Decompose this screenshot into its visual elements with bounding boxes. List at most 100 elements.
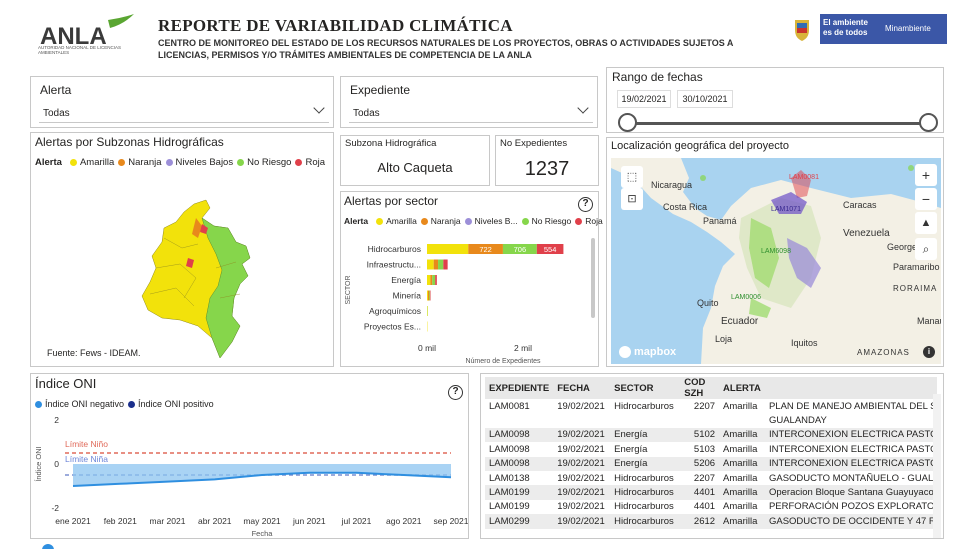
expediente-dropdown[interactable]: Todas xyxy=(349,101,593,123)
table-header-cell[interactable]: FECHA xyxy=(553,377,611,399)
help-icon[interactable]: ? xyxy=(448,385,463,400)
x-tick-label: may 2021 xyxy=(243,516,281,526)
table-cell: Amarilla xyxy=(723,400,758,412)
table-cell xyxy=(485,413,553,427)
table-cell: GASODUCTO MONTAÑUELO - GUALAN xyxy=(768,472,937,484)
government-banner: El ambiente es de todos Minambiente xyxy=(787,14,947,44)
table-cell: LAM0299 xyxy=(485,514,554,529)
table-row[interactable]: LAM0199 19/02/2021 Hidrocarburos 4401 Amaril… xyxy=(485,485,937,500)
select-tool-icon[interactable]: ⬚ xyxy=(621,166,643,188)
table-row[interactable]: LAM0098 19/02/2021 Energía 5103 Amarilla INTE… xyxy=(485,442,937,456)
table-cell: 2207 xyxy=(693,472,716,484)
gov-ministry: Minambiente xyxy=(885,24,931,33)
subzonas-legend-title: Alerta xyxy=(35,157,62,168)
chart-scrollbar xyxy=(591,238,595,318)
sector-data-label: 706 xyxy=(514,245,527,254)
legend-dot xyxy=(165,159,173,166)
table-row[interactable]: LAM0081 19/02/2021 Hidrocarburos 2207 Amaril… xyxy=(485,399,937,413)
alerta-dropdown[interactable]: Todas xyxy=(39,101,329,123)
legend-dot xyxy=(575,217,583,225)
table-cell: 5102 xyxy=(680,427,720,443)
help-icon[interactable]: ? xyxy=(578,197,593,212)
sector-data-label: 722 xyxy=(479,245,492,254)
info-icon[interactable]: i xyxy=(923,346,935,358)
geo-map-panel: Localización geográfica del proyecto Nic… xyxy=(606,137,944,367)
legend-item: No Riesgo xyxy=(531,216,572,226)
map-label: Venezuela xyxy=(843,228,890,239)
table-row[interactable]: LAM0199 19/02/2021 Hidrocarburos 4401 Amaril… xyxy=(485,500,937,514)
table-row[interactable]: GUALANDAY xyxy=(485,413,937,427)
legend-item: No Riesgo xyxy=(247,157,292,168)
compass-icon[interactable]: ▲ xyxy=(915,212,937,234)
table-scrollbar[interactable] xyxy=(933,394,941,538)
table-header-cell[interactable]: ALERTA xyxy=(719,377,765,399)
sector-category-label: Minería xyxy=(393,291,422,301)
table-cell: LAM0081 xyxy=(489,400,530,412)
sector-bar-segment xyxy=(427,259,434,270)
search-location-icon[interactable]: ⌕ xyxy=(915,238,937,260)
legend-item: Roja xyxy=(305,157,325,168)
table-cell xyxy=(719,413,765,427)
sector-category-label: Proyectos Es... xyxy=(364,322,421,332)
legend-item: Índice ONI positivo xyxy=(138,399,214,409)
table-header-cell[interactable] xyxy=(764,377,937,399)
table-cell: 2612 xyxy=(680,514,720,529)
table-header-cell[interactable]: EXPEDIENTE xyxy=(485,377,554,399)
table-row[interactable]: LAM0098 19/02/2021 Energía 5102 Amarilla INTE… xyxy=(485,427,937,443)
oni-area-chart[interactable]: 2 0 -2 Límite Niño Límite Niña ene 2021 feb 20… xyxy=(31,412,468,538)
date-slider-end-handle[interactable] xyxy=(919,113,938,132)
table-cell: Hidrocarburos xyxy=(614,400,674,412)
date-start-input[interactable]: 19/02/2021 xyxy=(617,90,671,108)
sector-legend: Alerta Amarilla Naranja Niveles B... No … xyxy=(344,216,603,226)
table-cell: GUALANDAY xyxy=(768,415,827,427)
sector-chart-title: Alertas por sector xyxy=(344,194,439,208)
table-cell: Amarilla xyxy=(723,443,758,455)
map-label: RORAIMA xyxy=(893,284,938,293)
legend-item: Naranja xyxy=(128,157,162,168)
expediente-dropdown-value: Todas xyxy=(353,108,380,119)
geo-map[interactable]: Nicaragua Costa Rica Panamá Caracas Vene… xyxy=(611,158,941,364)
map-label: Ecuador xyxy=(721,316,759,327)
table-header-cell[interactable]: SECTOR xyxy=(610,377,681,399)
oni-legend: Índice ONI negativo Índice ONI positivo xyxy=(35,399,214,409)
sector-bar-chart[interactable]: Hidrocarburos Infraestructu... Energía Mine… xyxy=(341,232,598,366)
sector-bar-segment xyxy=(429,290,431,301)
date-slider-track[interactable] xyxy=(627,122,929,125)
table-cell: LAM0199 xyxy=(485,485,554,500)
zoom-in-button[interactable]: + xyxy=(915,164,937,186)
date-slider-start-handle[interactable] xyxy=(618,113,637,132)
y-tick-label: 0 xyxy=(54,459,59,469)
table-header-cell[interactable]: COD SZH xyxy=(680,377,720,399)
table-row[interactable]: LAM0138 19/02/2021 Hidrocarburos 2207 Amaril… xyxy=(485,471,937,485)
table-cell: 19/02/2021 xyxy=(553,514,611,529)
table-cell: 19/02/2021 xyxy=(553,485,611,500)
legend-dot xyxy=(420,217,428,225)
sector-bar-segment xyxy=(427,275,431,285)
logo-subtext: AUTORIDAD NACIONAL DE LICENCIAS AMBIENTA… xyxy=(38,45,122,55)
table-cell: 19/02/2021 xyxy=(553,427,611,443)
subzonas-map-panel: Alertas por Subzonas Hidrográficas Alert… xyxy=(30,132,334,367)
date-end-input[interactable]: 30/10/2021 xyxy=(677,90,733,108)
table-cell: Energía xyxy=(610,456,681,471)
colombia-map[interactable] xyxy=(136,198,266,363)
table-cell: 5103 xyxy=(693,443,716,455)
subzona-card-value: Alto Caqueta xyxy=(377,160,453,175)
table-cell: LAM0098 xyxy=(485,427,554,443)
table-cell: Operacion Bloque Santana Guayuyaco xyxy=(764,485,937,500)
bottom-page-icon[interactable] xyxy=(42,544,54,549)
table-cell xyxy=(680,413,719,427)
table-cell: Energía xyxy=(610,427,681,443)
table-cell: PLAN DE MANEJO AMBIENTAL DEL SIST xyxy=(768,400,937,412)
zoom-out-button[interactable]: − xyxy=(915,188,937,210)
table-cell: PERFORACIÓN POZOS EXPLORATORIO I xyxy=(768,501,937,513)
table-row[interactable]: LAM0299 19/02/2021 Hidrocarburos 2612 Amaril… xyxy=(485,514,937,529)
sector-category-label: Agroquímicos xyxy=(369,306,421,316)
table-row[interactable]: LAM0098 19/02/2021 Energía 5206 Amarilla INTE… xyxy=(485,456,937,471)
map-label: Costa Rica xyxy=(663,202,708,212)
map-label: Iquitos xyxy=(791,338,818,348)
table-cell: Hidrocarburos xyxy=(614,472,674,484)
lasso-tool-icon[interactable]: ⊡ xyxy=(621,188,643,210)
sector-bar-segment xyxy=(427,244,469,254)
geo-map-title: Localización geográfica del proyecto xyxy=(611,140,789,152)
table-cell: 5206 xyxy=(680,456,720,471)
